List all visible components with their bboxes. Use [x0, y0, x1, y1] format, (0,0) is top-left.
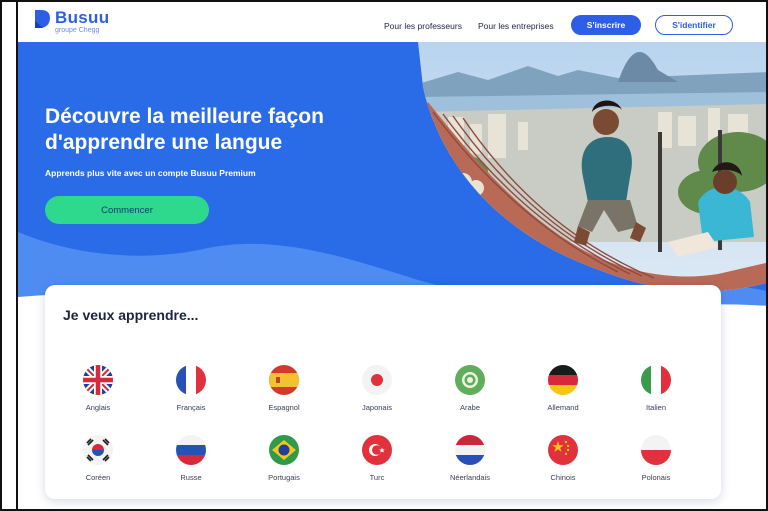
- hero-title: Découvre la meilleure façon d'apprendre …: [45, 104, 385, 157]
- language-label: Italien: [645, 403, 666, 412]
- language-label: Espagnol: [268, 403, 300, 412]
- language-option-dutch[interactable]: Néerlandais: [430, 435, 510, 482]
- hero-title-line-1: Découvre la meilleure façon: [45, 105, 324, 128]
- language-option-german[interactable]: Allemand: [523, 365, 603, 412]
- korea-flag-icon: [83, 435, 113, 465]
- poland-flag-icon: [641, 435, 671, 465]
- language-selection-card: Je veux apprendre... Anglais Français Es…: [45, 285, 721, 499]
- language-option-korean[interactable]: Coréen: [58, 435, 138, 482]
- russia-flag-icon: [176, 435, 206, 465]
- hero-subtitle: Apprends plus vite avec un compte Busuu …: [45, 168, 256, 178]
- language-option-arabic[interactable]: Arabe: [430, 365, 510, 412]
- spain-flag-icon: [269, 365, 299, 395]
- language-option-italian[interactable]: Italien: [616, 365, 696, 412]
- language-label: Russe: [180, 473, 202, 482]
- arabic-emblem-icon: [455, 365, 485, 395]
- language-option-french[interactable]: Français: [151, 365, 231, 412]
- germany-flag-icon: [548, 365, 578, 395]
- logo-wordmark: Busuu: [55, 8, 110, 27]
- language-label: Japonais: [361, 403, 393, 412]
- turkey-flag-icon: [362, 435, 392, 465]
- nav-link-business[interactable]: Pour les entreprises: [478, 21, 554, 31]
- brazil-flag-icon: [269, 435, 299, 465]
- language-label: Arabe: [459, 403, 480, 412]
- hero-section: Découvre la meilleure façon d'apprendre …: [18, 42, 768, 312]
- language-label: Portugais: [268, 473, 300, 482]
- language-option-polish[interactable]: Polonais: [616, 435, 696, 482]
- signup-button[interactable]: S'inscrire: [571, 15, 641, 35]
- china-flag-icon: [548, 435, 578, 465]
- language-label: Coréen: [85, 473, 111, 482]
- language-option-turkish[interactable]: Turc: [337, 435, 417, 482]
- busuu-logo-icon: [35, 10, 50, 28]
- language-label: Polonais: [641, 473, 671, 482]
- logo-subtitle: groupe Chegg: [55, 27, 100, 34]
- language-label: Chinois: [550, 473, 576, 482]
- language-label: Turc: [369, 473, 385, 482]
- language-label: Allemand: [547, 403, 579, 412]
- language-option-chinese[interactable]: Chinois: [523, 435, 603, 482]
- uk-flag-icon: [83, 365, 113, 395]
- japan-flag-icon: [362, 365, 392, 395]
- language-label: Français: [176, 403, 206, 412]
- language-option-russian[interactable]: Russe: [151, 435, 231, 482]
- language-option-english[interactable]: Anglais: [58, 365, 138, 412]
- france-flag-icon: [176, 365, 206, 395]
- hero-title-line-2: d'apprendre une langue: [45, 131, 283, 155]
- language-option-spanish[interactable]: Espagnol: [244, 365, 324, 412]
- language-option-portuguese[interactable]: Portugais: [244, 435, 324, 482]
- language-label: Néerlandais: [449, 473, 491, 482]
- login-button[interactable]: S'identifier: [655, 15, 733, 35]
- top-navigation-bar: Busuu groupe Chegg Pour les professeurs …: [18, 0, 768, 42]
- start-button[interactable]: Commencer: [45, 196, 209, 224]
- language-card-title: Je veux apprendre...: [63, 307, 199, 323]
- italy-flag-icon: [641, 365, 671, 395]
- nav-link-teachers[interactable]: Pour les professeurs: [384, 21, 462, 31]
- language-option-japanese[interactable]: Japonais: [337, 365, 417, 412]
- netherlands-flag-icon: [455, 435, 485, 465]
- page: Busuu groupe Chegg Pour les professeurs …: [16, 0, 768, 511]
- language-label: Anglais: [85, 403, 111, 412]
- busuu-logo[interactable]: Busuu groupe Chegg: [33, 9, 109, 34]
